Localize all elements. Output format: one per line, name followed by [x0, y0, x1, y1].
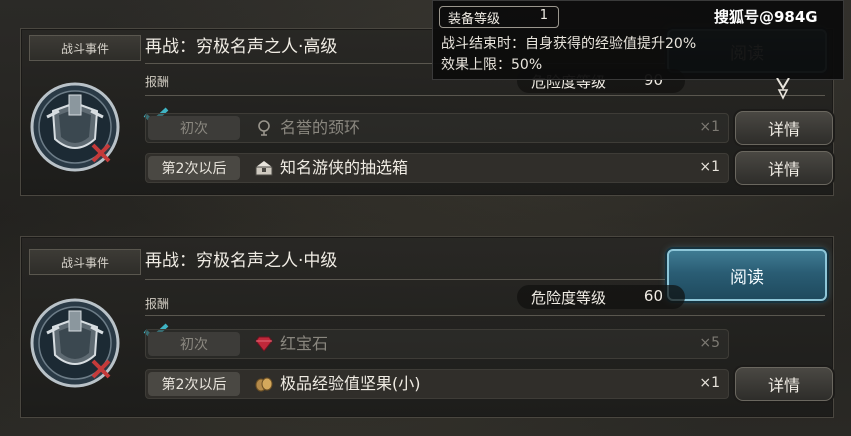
- nut-icon: [254, 374, 274, 394]
- first-clear-tag: 初次: [148, 116, 240, 140]
- equipment-level-badge: 装备等级 1: [439, 6, 559, 28]
- detail-button[interactable]: 详情: [735, 111, 833, 145]
- event-title: 再战：穷极名声之人·中级: [145, 251, 338, 271]
- boss-emblem-icon: [30, 82, 120, 172]
- tooltip-pointer-icon: [776, 78, 790, 100]
- read-button[interactable]: 阅读: [667, 249, 827, 301]
- tooltip-effect-line: 战斗结束时：自身获得的经验值提升20%: [441, 36, 697, 52]
- watermark: 搜狐号@984G: [714, 8, 818, 26]
- reward-item-name: 红宝石: [280, 334, 329, 353]
- detail-button[interactable]: 详情: [735, 367, 833, 401]
- reward-quantity: ×1: [699, 159, 720, 175]
- reward-quantity: ×1: [699, 375, 720, 391]
- danger-level: 危险度等级 60: [517, 285, 685, 309]
- reward-row-first: 初次 红宝石 ×5: [145, 329, 729, 359]
- reward-quantity: ×1: [699, 119, 720, 135]
- repeat-clear-tag: 第2次以后: [148, 372, 240, 396]
- event-title: 再战：穷极名声之人·高级: [145, 37, 338, 57]
- reward-row-first: 初次 名誉的颈环 ×1: [145, 113, 729, 143]
- reward-item-name: 极品经验值坚果(小): [280, 374, 421, 393]
- detail-button[interactable]: 详情: [735, 151, 833, 185]
- reward-item-name: 知名游侠的抽选箱: [280, 158, 409, 177]
- divider: [145, 315, 825, 316]
- event-type-tag: 战斗事件: [29, 35, 141, 61]
- danger-level-value: 60: [643, 287, 663, 305]
- reward-label: 报酬: [145, 297, 170, 311]
- boss-emblem-icon: [30, 298, 120, 388]
- ruby-icon: [254, 334, 274, 354]
- repeat-clear-tag: 第2次以后: [148, 156, 240, 180]
- reward-row-repeat: 第2次以后 极品经验值坚果(小) ×1: [145, 369, 729, 399]
- equipment-level-label: 装备等级: [448, 12, 501, 27]
- reward-row-repeat: 第2次以后 知名游侠的抽选箱 ×1: [145, 153, 729, 183]
- reward-item-name: 名誉的颈环: [280, 118, 361, 137]
- equipment-level-value: 1: [539, 8, 548, 23]
- divider: [145, 95, 825, 96]
- reward-quantity: ×5: [699, 335, 720, 351]
- tooltip-limit-line: 效果上限：50%: [441, 57, 543, 73]
- chest-icon: [254, 158, 274, 178]
- event-card-intermediate: 战斗事件 再战：穷极名声之人·中级 阅读 报酬 危险度等级 60 初次 红宝石 …: [20, 236, 834, 418]
- necklace-icon: [254, 118, 274, 138]
- first-clear-tag: 初次: [148, 332, 240, 356]
- reward-label: 报酬: [145, 75, 170, 89]
- danger-level-label: 危险度等级: [531, 289, 607, 307]
- event-type-tag: 战斗事件: [29, 249, 141, 275]
